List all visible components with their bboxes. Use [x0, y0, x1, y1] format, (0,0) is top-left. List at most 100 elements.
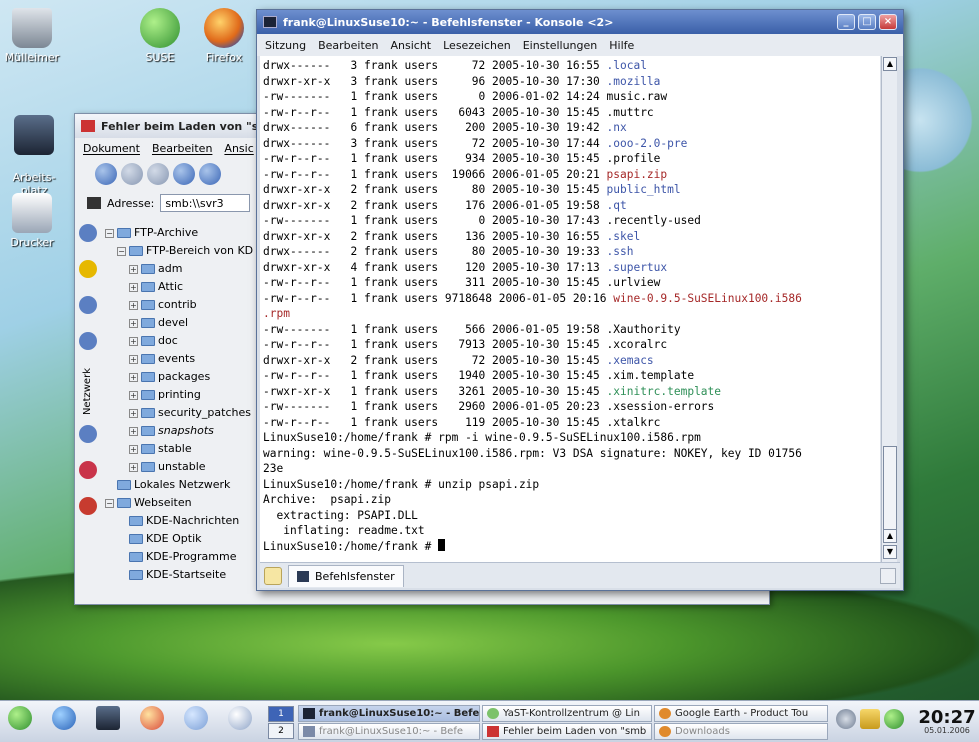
menu-lesezeichen[interactable]: Lesezeichen — [443, 39, 511, 52]
back-button[interactable] — [95, 163, 117, 185]
konsole-titlebar[interactable]: frank@LinuxSuse10:~ - Befehlsfenster - K… — [257, 10, 903, 34]
tree-item[interactable]: + adm — [105, 260, 255, 278]
desktop-icon-firefox[interactable]: Firefox — [194, 8, 254, 64]
terminal-line: -rw-r--r-- 1 frank users 119 2005-10-30 … — [263, 415, 661, 429]
task-konqueror[interactable]: Fehler beim Laden von "smb — [482, 723, 652, 740]
scroll-up-arrow-icon[interactable]: ▲ — [883, 57, 897, 71]
terminal-prompt-line[interactable]: LinuxSuse10:/home/frank # — [263, 538, 877, 555]
pager-desktop-2[interactable]: 2 — [268, 723, 294, 739]
collapse-icon[interactable]: − — [105, 228, 114, 238]
home-folder-icon[interactable] — [52, 706, 76, 730]
scroll-up-arrow-icon[interactable]: ▲ — [883, 529, 897, 543]
collapse-icon[interactable]: − — [105, 498, 114, 508]
menu-bearbeiten[interactable]: Bearbeiten — [318, 39, 378, 52]
terminal-scrollbar[interactable]: ▲ ▲ ▼ — [881, 56, 897, 562]
expand-icon[interactable]: + — [129, 264, 138, 274]
task-konsole-2[interactable]: frank@LinuxSuse10:~ - Befe — [298, 723, 480, 740]
suse-updater-tray-icon[interactable] — [884, 709, 904, 729]
forward-button[interactable] — [121, 163, 143, 185]
tree-item[interactable]: +KDE-Nachrichten — [105, 512, 255, 530]
tree-item[interactable]: − Webseiten — [105, 494, 255, 512]
trash-folder-icon[interactable] — [79, 461, 97, 480]
terminal-icon — [297, 570, 309, 582]
tree-item[interactable]: +KDE-Programme — [105, 548, 255, 566]
pin-icon[interactable] — [79, 497, 97, 516]
network-launcher-icon[interactable] — [184, 706, 208, 730]
tree-item[interactable]: +KDE-Startseite — [105, 566, 255, 584]
expand-icon[interactable]: + — [129, 372, 138, 382]
reload-button[interactable] — [199, 163, 221, 185]
task-downloads[interactable]: Downloads — [654, 723, 828, 740]
maximize-button[interactable]: □ — [858, 14, 876, 30]
clear-address-icon[interactable] — [87, 197, 101, 209]
tree-item[interactable]: − FTP-Archive — [105, 224, 255, 242]
scrollbar-thumb[interactable] — [883, 446, 897, 536]
home-button[interactable] — [173, 163, 195, 185]
tree-item[interactable]: + stable — [105, 440, 255, 458]
expand-icon[interactable]: + — [129, 462, 138, 472]
tree-item[interactable]: + contrib — [105, 296, 255, 314]
terminal-launcher-icon[interactable] — [96, 706, 120, 730]
expand-icon[interactable]: + — [129, 354, 138, 364]
bookmarks-star-icon[interactable] — [79, 260, 97, 278]
sidebar-tab-settings-icon[interactable] — [79, 224, 97, 242]
pager-desktop-1[interactable]: 1 — [268, 706, 294, 722]
history-clock-icon[interactable] — [79, 296, 97, 314]
konsole-window[interactable]: frank@LinuxSuse10:~ - Befehlsfenster - K… — [256, 9, 904, 591]
tree-item[interactable]: + packages — [105, 368, 255, 386]
desktop-icon-suse[interactable]: SUSE — [130, 8, 190, 64]
menu-hilfe[interactable]: Hilfe — [609, 39, 634, 52]
network-tray-icon[interactable] — [836, 709, 856, 729]
scroll-down-arrow-icon[interactable]: ▼ — [883, 545, 897, 559]
address-input[interactable] — [160, 194, 251, 212]
sidebar-tab-netzwerk[interactable]: Netzwerk — [82, 368, 93, 415]
tree-item[interactable]: + doc — [105, 332, 255, 350]
minimize-button[interactable]: _ — [837, 14, 855, 30]
tree-item[interactable]: +KDE Optik — [105, 530, 255, 548]
menu-ansicht[interactable]: Ansic — [224, 142, 253, 156]
expand-icon[interactable]: + — [129, 336, 138, 346]
menu-ansicht[interactable]: Ansicht — [391, 39, 432, 52]
expand-icon[interactable]: + — [129, 408, 138, 418]
task-yast[interactable]: YaST-Kontrollzentrum @ Lin — [482, 705, 652, 722]
new-session-button[interactable] — [264, 566, 282, 585]
task-konsole[interactable]: frank@LinuxSuse10:~ - Befe — [298, 705, 480, 722]
session-tab[interactable]: Befehlsfenster — [288, 564, 404, 587]
expand-icon[interactable]: + — [129, 444, 138, 454]
tree-item[interactable]: − FTP-Bereich von KD — [105, 242, 255, 260]
klipper-tray-icon[interactable] — [860, 709, 880, 729]
network-globe-icon[interactable] — [79, 425, 97, 444]
tree-item[interactable]: + unstable — [105, 458, 255, 476]
close-session-button[interactable] — [880, 567, 896, 584]
menu-bearbeiten[interactable]: Bearbeiten — [152, 142, 212, 156]
help-lifebuoy-icon[interactable] — [140, 706, 164, 730]
services-icon[interactable] — [79, 332, 97, 350]
menu-einstellungen[interactable]: Einstellungen — [523, 39, 598, 52]
tree-item[interactable]: +Lokales Netzwerk — [105, 476, 255, 494]
task-google-earth[interactable]: Google Earth - Product Tou — [654, 705, 828, 722]
tree-item[interactable]: + devel — [105, 314, 255, 332]
expand-icon[interactable]: + — [129, 426, 138, 436]
tree-item[interactable]: + snapshots — [105, 422, 255, 440]
terminal-output[interactable]: drwx------ 3 frank users 72 2005-10-30 1… — [260, 56, 880, 562]
kmenu-suse-icon[interactable] — [8, 706, 32, 730]
menu-sitzung[interactable]: Sitzung — [265, 39, 306, 52]
expand-icon[interactable]: + — [129, 390, 138, 400]
close-button[interactable]: × — [879, 14, 897, 30]
expand-icon[interactable]: + — [129, 282, 138, 292]
desktop-icon-trash[interactable]: Mülleimer — [2, 8, 62, 64]
tree-item[interactable]: + security_patches — [105, 404, 255, 422]
up-button[interactable] — [147, 163, 169, 185]
tree-item[interactable]: + events — [105, 350, 255, 368]
tree-item[interactable]: + Attic — [105, 278, 255, 296]
menu-dokument[interactable]: Dokument — [83, 142, 140, 156]
expand-icon[interactable]: + — [129, 318, 138, 328]
desktop-icon-printer[interactable]: Drucker — [2, 193, 62, 249]
clock[interactable]: 20:27 05.01.2006 — [918, 707, 976, 735]
tree-item[interactable]: + printing — [105, 386, 255, 404]
terminal-icon — [303, 708, 315, 719]
expand-icon[interactable]: + — [129, 300, 138, 310]
settings-launcher-icon[interactable] — [228, 706, 252, 730]
folder-icon — [141, 390, 155, 400]
collapse-icon[interactable]: − — [117, 246, 126, 256]
